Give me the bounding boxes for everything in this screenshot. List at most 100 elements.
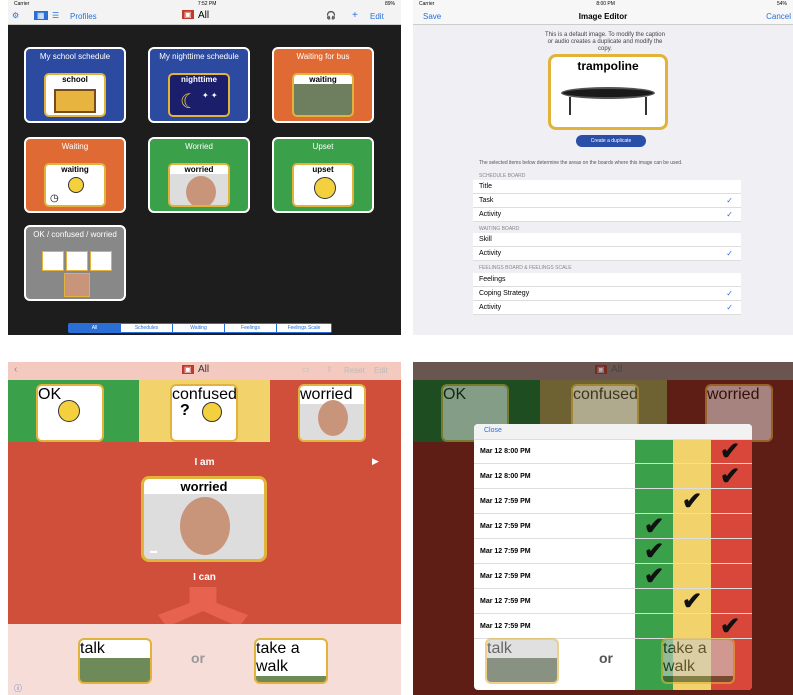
option-row[interactable]: Skill — [473, 233, 741, 247]
option-row[interactable]: Activity ✓ — [473, 301, 741, 315]
play-icon[interactable]: ▶ — [372, 456, 379, 467]
card-caption: take a walk — [256, 640, 326, 676]
battery: 89% — [384, 1, 395, 7]
history-icon[interactable]: ▭ — [302, 365, 310, 374]
confused-mini — [66, 251, 88, 271]
cancel-button[interactable]: Cancel — [766, 12, 791, 21]
selected-feeling-card[interactable]: worried ▬ — [141, 476, 267, 562]
option-row[interactable]: Activity ✓ — [473, 208, 741, 222]
clock: 8:00 PM — [596, 1, 615, 7]
segment-schedules[interactable]: Schedules — [121, 324, 173, 332]
add-icon[interactable]: + — [352, 10, 358, 21]
history-row[interactable]: Mar 12 7:59 PM ✔ — [474, 613, 752, 640]
nighttime-image: nighttime ☾ ✦ ✦ — [168, 73, 230, 117]
gear-icon[interactable]: ⚙ — [12, 11, 19, 20]
or-label: or — [599, 650, 613, 666]
or-label: or — [191, 650, 205, 666]
tile-school-schedule[interactable]: My school schedule school — [24, 47, 126, 123]
checkmark-icon: ✔ — [682, 588, 703, 615]
battery: 54% — [776, 1, 787, 7]
option-label: Activity — [479, 304, 502, 311]
close-button[interactable]: Close — [484, 427, 502, 434]
tile-title: My school schedule — [39, 52, 111, 61]
grid-view-icon[interactable]: ▦ — [34, 11, 48, 20]
segment-feelings-scale[interactable]: Feelings Scale — [277, 324, 331, 332]
nav-bar: Save Image Editor Cancel — [413, 8, 793, 25]
edit-button[interactable]: Edit — [374, 366, 388, 375]
option-label: Title — [479, 183, 492, 190]
checkmark-icon: ✔ — [720, 463, 741, 490]
page-title: Image Editor — [578, 12, 628, 21]
status-bar: Carrier 8:00 PM 54% — [413, 0, 793, 8]
checkmark-icon: ✓ — [726, 210, 733, 219]
card-caption: worried — [707, 386, 760, 403]
feelings-board-screen: ‹ ▣ All ▭ ⇪ Reset Edit OK confused ? wor… — [8, 362, 401, 695]
share-icon[interactable]: ⇪ — [326, 365, 333, 374]
ok-mini — [42, 251, 64, 271]
history-row[interactable]: Mar 12 8:00 PM ✔ — [474, 463, 752, 490]
tile-waiting[interactable]: Waiting waiting ◷ — [24, 137, 126, 213]
option-row[interactable]: Title — [473, 180, 741, 194]
segment-waiting[interactable]: Waiting — [173, 324, 225, 332]
checkmark-icon: ✔ — [644, 563, 665, 590]
card-caption: confused — [573, 386, 638, 403]
confused-card[interactable]: confused ? — [170, 384, 238, 442]
option-label: Skill — [479, 236, 492, 243]
waiting-image: waiting ◷ — [44, 163, 106, 207]
history-row[interactable]: Mar 12 7:59 PM ✔ — [474, 513, 752, 540]
create-duplicate-button[interactable]: Create a duplicate — [576, 135, 646, 147]
nav-bar: ▣ All — [413, 362, 793, 380]
reset-button[interactable]: Reset — [344, 366, 365, 375]
upset-image: upset — [292, 163, 354, 207]
split-arrow-icon — [158, 587, 248, 627]
option-label: Activity — [479, 211, 502, 218]
edit-button[interactable]: Edit — [370, 12, 384, 21]
tile-title: Waiting — [61, 142, 89, 151]
bus-stop-photo: waiting — [292, 73, 354, 117]
face-photo — [180, 497, 230, 555]
worried-photo: worried — [168, 163, 230, 207]
history-row[interactable]: Mar 12 7:59 PM ✔ — [474, 538, 752, 565]
tile-title: Waiting for bus — [296, 52, 350, 61]
info-icon[interactable]: ⓘ — [14, 683, 22, 694]
back-icon[interactable]: ‹ — [14, 364, 17, 375]
profiles-button[interactable]: Profiles — [70, 12, 97, 21]
history-row[interactable]: Mar 12 8:00 PM ✔ — [474, 438, 752, 465]
tile-worried[interactable]: Worried worried — [148, 137, 250, 213]
worried-card[interactable]: worried — [298, 384, 366, 442]
tile-caption: school — [62, 75, 88, 84]
segment-all[interactable]: All — [69, 324, 121, 332]
card-caption: take a walk — [663, 640, 733, 676]
worried-mini — [90, 251, 112, 271]
walk-card[interactable]: take a walk — [254, 638, 328, 684]
list-view-icon[interactable]: ☰ — [52, 11, 59, 20]
filter-segmented-control[interactable]: All Schedules Waiting Feelings Feelings … — [68, 323, 332, 333]
tile-upset[interactable]: Upset upset — [272, 137, 374, 213]
option-row[interactable]: Feelings — [473, 273, 741, 287]
segment-feelings[interactable]: Feelings — [225, 324, 277, 332]
tile-waiting-for-bus[interactable]: Waiting for bus waiting — [272, 47, 374, 123]
checkmark-icon: ✓ — [726, 249, 733, 258]
ok-card[interactable]: OK — [36, 384, 104, 442]
board-icon: ▣ — [182, 365, 194, 374]
image-preview[interactable]: trampoline — [548, 54, 668, 130]
history-timestamp: Mar 12 7:59 PM — [480, 498, 531, 505]
history-row[interactable]: Mar 12 7:59 PM ✔ — [474, 488, 752, 515]
tile-ok-confused-worried[interactable]: OK / confused / worried — [24, 225, 126, 301]
talk-card: talk — [485, 638, 559, 684]
face-photo — [318, 400, 348, 436]
talk-card[interactable]: talk — [78, 638, 152, 684]
tile-nighttime-schedule[interactable]: My nighttime schedule nighttime ☾ ✦ ✦ — [148, 47, 250, 123]
history-timestamp: Mar 12 7:59 PM — [480, 573, 531, 580]
option-row[interactable]: Activity ✓ — [473, 247, 741, 261]
history-row[interactable]: Mar 12 7:59 PM ✔ — [474, 563, 752, 590]
nav-bar: ⚙ ▦ ☰ Profiles ▣ All 🎧 + Edit — [8, 8, 401, 25]
tile-title: OK / confused / worried — [33, 230, 117, 239]
option-row[interactable]: Task ✓ — [473, 194, 741, 208]
headphones-icon[interactable]: 🎧 — [326, 11, 336, 20]
tile-title: Worried — [185, 142, 213, 151]
option-row[interactable]: Coping Strategy ✓ — [473, 287, 741, 301]
checkmark-icon: ✔ — [682, 488, 703, 515]
history-row[interactable]: Mar 12 7:59 PM ✔ — [474, 588, 752, 615]
walk-card: take a walk — [661, 638, 735, 684]
